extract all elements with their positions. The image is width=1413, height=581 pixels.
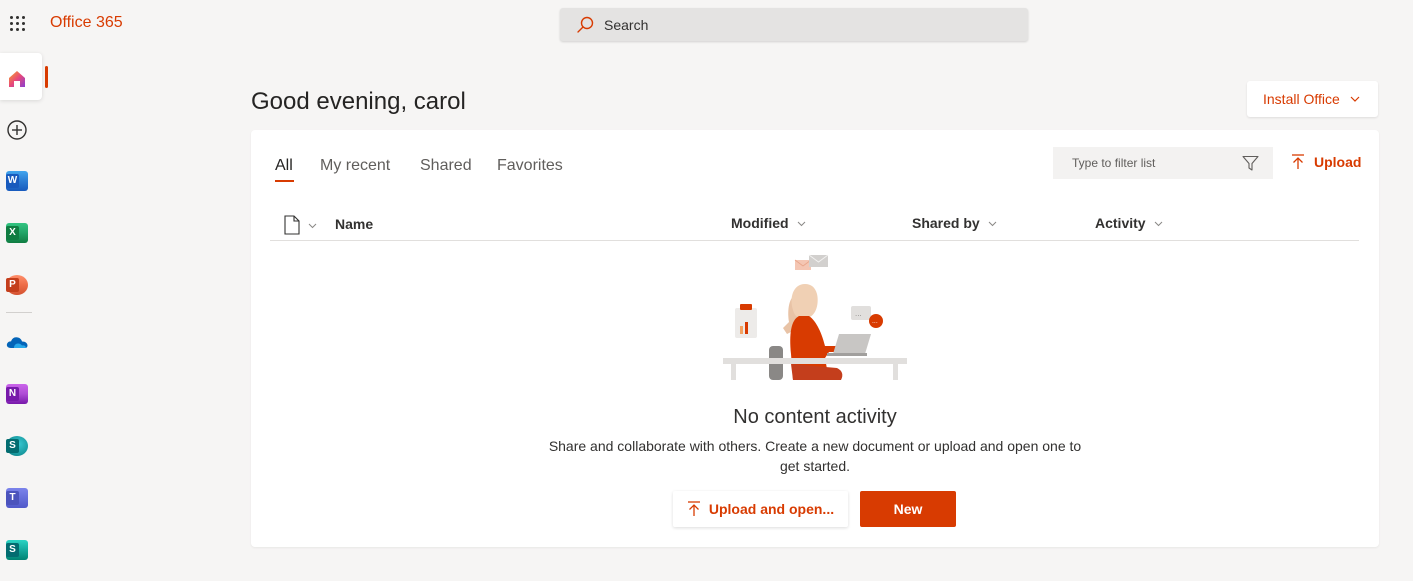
new-button[interactable]: New bbox=[860, 491, 956, 527]
table-header: Name Modified Shared by Activity bbox=[270, 206, 1359, 241]
upload-icon bbox=[1292, 154, 1304, 169]
app-launcher-icon[interactable] bbox=[10, 16, 26, 32]
upload-icon bbox=[687, 501, 700, 516]
rail-item-sharepoint[interactable]: S bbox=[5, 434, 29, 458]
tab-my-recent[interactable]: My recent bbox=[320, 157, 390, 175]
column-header-shared-by[interactable]: Shared by bbox=[912, 215, 997, 231]
rail-item-home[interactable] bbox=[0, 53, 48, 100]
rail-item-powerpoint[interactable]: P bbox=[5, 273, 29, 297]
search-icon bbox=[577, 16, 594, 33]
column-header-modified[interactable]: Modified bbox=[731, 215, 806, 231]
chevron-down-icon[interactable] bbox=[308, 221, 317, 230]
new-label: New bbox=[893, 501, 923, 517]
chevron-down-icon bbox=[1154, 221, 1162, 226]
tab-all[interactable]: All bbox=[275, 157, 293, 175]
upload-label: Upload bbox=[1314, 154, 1362, 170]
rail-item-onedrive[interactable] bbox=[5, 330, 29, 354]
column-shared-by-label: Shared by bbox=[912, 215, 980, 231]
active-indicator bbox=[45, 66, 48, 88]
chevron-down-icon bbox=[1350, 96, 1360, 102]
chevron-down-icon bbox=[797, 221, 805, 226]
app-rail: W X P N S T S bbox=[0, 48, 48, 581]
rail-item-create[interactable] bbox=[5, 118, 29, 142]
rail-item-word[interactable]: W bbox=[5, 169, 29, 193]
file-type-icon[interactable] bbox=[284, 215, 300, 235]
word-icon: W bbox=[6, 171, 28, 191]
install-office-button[interactable]: Install Office bbox=[1247, 81, 1378, 117]
column-activity-label: Activity bbox=[1095, 215, 1146, 231]
brand-title[interactable]: Office 365 bbox=[50, 14, 123, 32]
page-title: Good evening, carol bbox=[251, 88, 466, 115]
onedrive-icon bbox=[6, 337, 28, 348]
home-icon bbox=[9, 71, 25, 87]
excel-icon: X bbox=[6, 223, 28, 243]
rail-item-onenote[interactable]: N bbox=[5, 382, 29, 406]
search-input[interactable] bbox=[604, 8, 1004, 41]
column-header-activity[interactable]: Activity bbox=[1095, 215, 1163, 231]
filter-icon[interactable] bbox=[1242, 155, 1259, 172]
top-bar: Office 365 bbox=[0, 0, 1413, 48]
column-name-label: Name bbox=[335, 216, 374, 232]
upload-and-open-label: Upload and open... bbox=[708, 501, 835, 517]
upload-and-open-button[interactable]: Upload and open... bbox=[673, 491, 848, 527]
column-header-name[interactable]: Name bbox=[335, 216, 373, 232]
rail-item-sway[interactable]: S bbox=[5, 538, 29, 562]
sway-icon: S bbox=[6, 540, 28, 560]
filter-box bbox=[1053, 147, 1273, 179]
column-modified-label: Modified bbox=[731, 215, 789, 231]
filter-input[interactable] bbox=[1053, 147, 1233, 179]
empty-state-description: Share and collaborate with others. Creat… bbox=[548, 438, 1082, 474]
svg-text:...: ... bbox=[855, 310, 862, 318]
rail-item-excel[interactable]: X bbox=[5, 221, 29, 245]
teams-icon: T bbox=[6, 488, 28, 508]
rail-divider bbox=[6, 312, 32, 313]
search-box[interactable] bbox=[560, 8, 1028, 41]
rail-item-teams[interactable]: T bbox=[5, 486, 29, 510]
tab-favorites[interactable]: Favorites bbox=[497, 157, 563, 175]
sharepoint-icon: S bbox=[6, 436, 28, 456]
tab-active-underline bbox=[275, 180, 294, 182]
empty-state-illustration: ... ... bbox=[723, 254, 907, 380]
install-office-label: Install Office bbox=[1263, 91, 1340, 107]
upload-button[interactable]: Upload bbox=[1291, 154, 1361, 170]
chevron-down-icon bbox=[988, 221, 997, 226]
onenote-icon: N bbox=[6, 384, 28, 404]
add-circle-icon bbox=[7, 120, 27, 140]
powerpoint-icon: P bbox=[6, 275, 28, 295]
empty-state-title: No content activity bbox=[733, 406, 897, 428]
content-card: All My recent Shared Favorites Upload Na… bbox=[251, 130, 1379, 547]
tab-shared[interactable]: Shared bbox=[420, 157, 472, 175]
svg-text:...: ... bbox=[872, 318, 878, 325]
